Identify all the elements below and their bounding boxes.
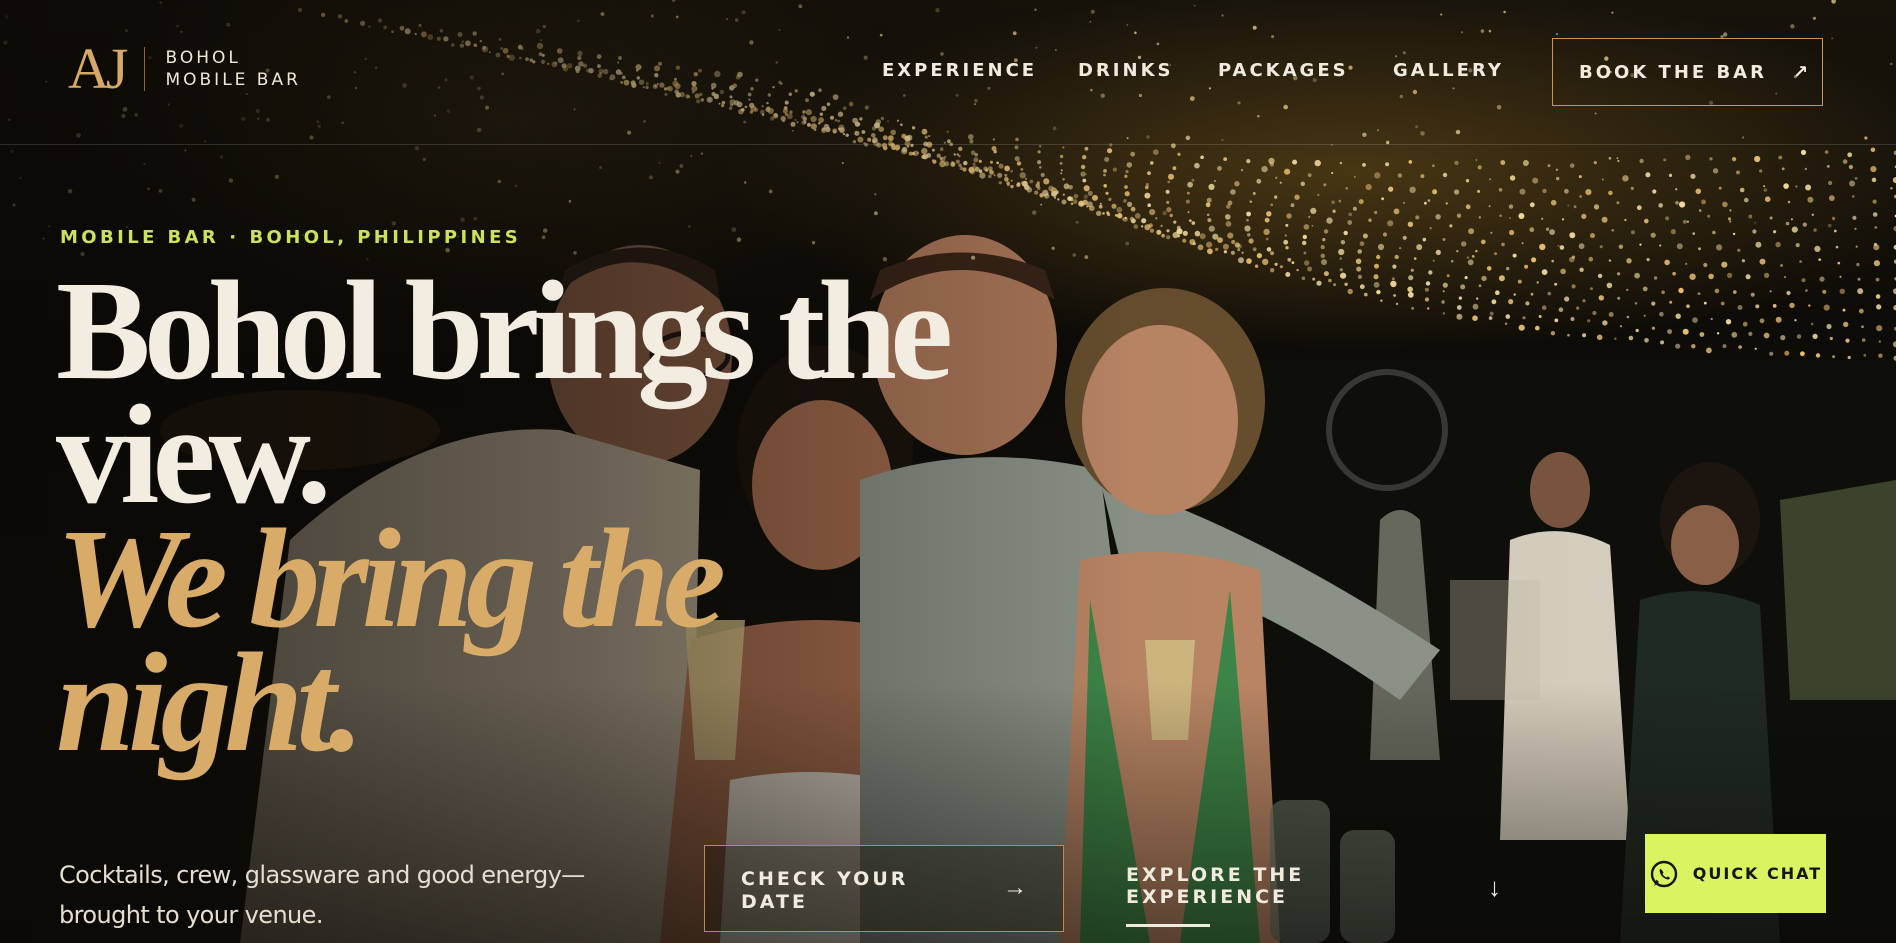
nav-link-packages[interactable]: PACKAGES [1218, 60, 1349, 81]
explore-line1: EXPLORE THE [1126, 864, 1305, 886]
brand-name-line2: MOBILE BAR [165, 70, 301, 90]
quick-chat-button[interactable]: QUICK CHAT [1645, 834, 1826, 913]
arrow-up-right-icon: ↗ [1792, 61, 1812, 83]
headline-line-3: We bring the [56, 499, 726, 657]
headline-line-4: night. [56, 623, 364, 781]
brand-monogram: AJ [68, 36, 129, 101]
arrow-right-icon: → [1003, 874, 1027, 901]
headline-line-1: Bohol brings the [56, 251, 953, 409]
check-your-date-label: CHECK YOUR DATE [741, 868, 908, 914]
explore-the-experience-link[interactable]: EXPLORE THE EXPERIENCE ↓ [1126, 864, 1501, 927]
eyebrow-service: MOBILE BAR [60, 227, 220, 248]
brand-name-line1: BOHOL [165, 48, 241, 68]
nav-link-experience[interactable]: EXPERIENCE [882, 60, 1037, 81]
hero-headline: Bohol brings the view. We bring the nigh… [56, 251, 953, 781]
check-your-date-button[interactable]: CHECK YOUR DATE → [704, 845, 1064, 932]
check-your-date-line1: CHECK YOUR [741, 868, 909, 890]
arrow-down-icon: ↓ [1488, 872, 1501, 902]
whatsapp-icon [1650, 860, 1677, 887]
eyebrow-separator: · [229, 227, 240, 248]
check-your-date-line2: DATE [741, 891, 808, 913]
explore-line2: EXPERIENCE [1126, 886, 1289, 908]
book-the-bar-button[interactable]: BOOK THE BAR ↗ [1552, 38, 1823, 106]
explore-underline [1126, 924, 1210, 927]
hero-subcopy: Cocktails, crew, glassware and good ener… [59, 861, 585, 929]
quick-chat-label: QUICK CHAT [1692, 864, 1823, 883]
nav-link-gallery[interactable]: GALLERY [1393, 60, 1504, 81]
hero-eyebrow: MOBILE BAR · BOHOL, PHILIPPINES [60, 227, 521, 248]
book-the-bar-label: BOOK THE BAR [1579, 61, 1767, 83]
site-header: AJ BOHOL MOBILE BAR EXPERIENCE DRINKS PA… [0, 0, 1896, 145]
headline-line-2: view. [56, 375, 332, 533]
logo-divider [144, 47, 146, 91]
brand-logo[interactable]: AJ BOHOL MOBILE BAR [68, 40, 301, 98]
nav-link-drinks[interactable]: DRINKS [1078, 60, 1173, 81]
explore-the-experience-label: EXPLORE THE EXPERIENCE [1126, 864, 1304, 908]
eyebrow-location: BOHOL, PHILIPPINES [249, 227, 522, 248]
brand-name: BOHOL MOBILE BAR [165, 47, 300, 91]
